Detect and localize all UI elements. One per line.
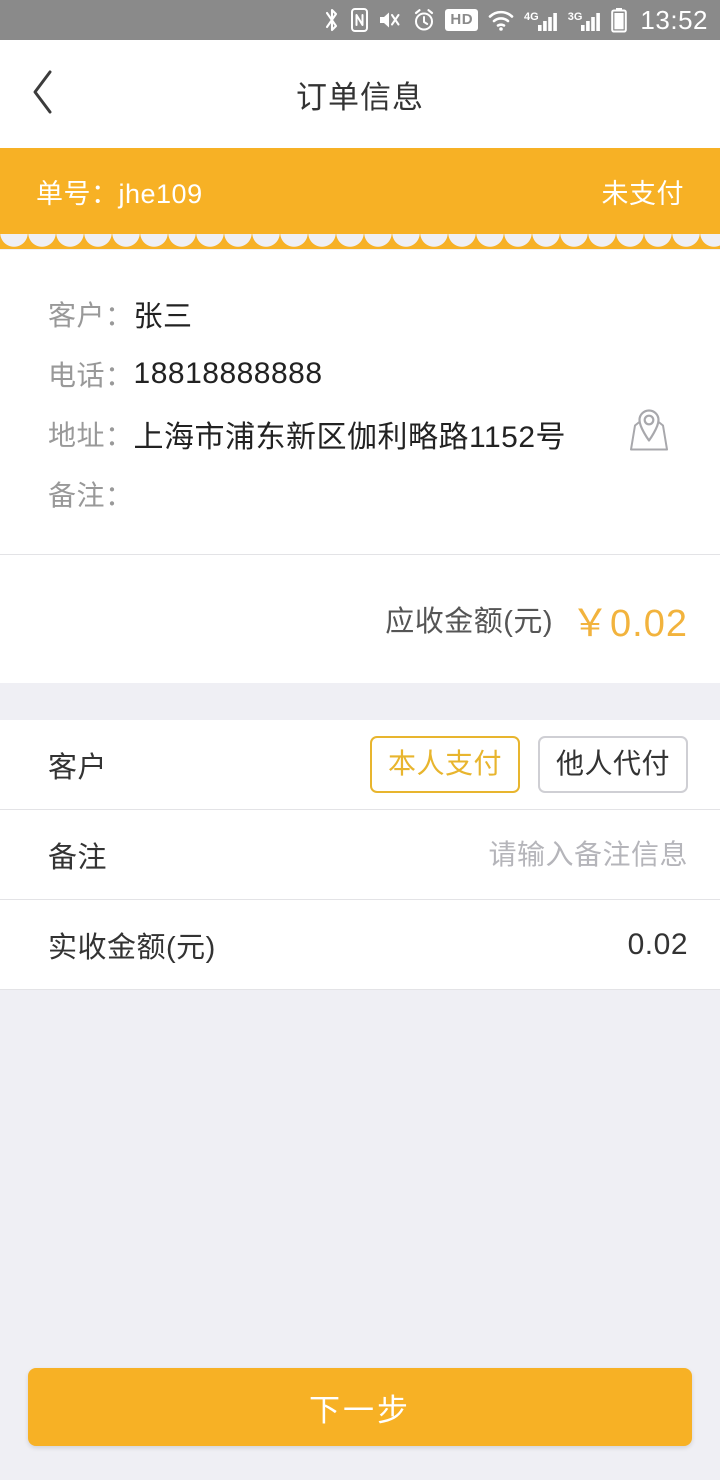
remark-label: 备注： bbox=[48, 474, 134, 514]
bluetooth-icon bbox=[323, 7, 341, 33]
mute-icon bbox=[378, 8, 403, 32]
order-ticket-banner: 单号：jhe109 未支付 bbox=[0, 148, 720, 250]
signal-3g-icon: 3G bbox=[568, 8, 603, 32]
received-value: 0.02 bbox=[628, 928, 688, 962]
customer-label: 客户： bbox=[48, 294, 134, 334]
next-step-button[interactable]: 下一步 bbox=[28, 1368, 692, 1446]
page-title: 订单信息 bbox=[0, 72, 720, 117]
received-label: 实收金额(元) bbox=[48, 924, 216, 966]
wifi-icon bbox=[487, 8, 515, 32]
status-bar: HD 4G 3G 13:52 bbox=[0, 0, 720, 40]
nav-bar: 订单信息 bbox=[0, 40, 720, 148]
info-row-customer: 客户： 张三 bbox=[48, 284, 672, 344]
payment-form-section: 客户 本人支付 他人代付 备注 实收金额(元) 0.02 bbox=[0, 720, 720, 990]
battery-icon bbox=[611, 7, 627, 33]
address-label: 地址： bbox=[48, 414, 134, 454]
status-badge: 未支付 bbox=[602, 172, 685, 211]
info-row-phone: 电话： 18818888888 bbox=[48, 344, 672, 404]
order-number: 单号：jhe109 bbox=[36, 172, 203, 211]
phone-number: 18818888888 bbox=[134, 357, 323, 391]
form-divider-3 bbox=[0, 989, 720, 990]
alarm-icon bbox=[412, 8, 436, 32]
info-row-address: 地址： 上海市浦东新区伽利略路1152号 bbox=[48, 404, 672, 464]
customer-name: 张三 bbox=[134, 293, 193, 335]
form-row-received: 实收金额(元) 0.02 bbox=[0, 900, 720, 989]
amount-due-label: 应收金额(元) bbox=[385, 598, 553, 640]
remark-input[interactable] bbox=[258, 839, 688, 871]
pay-option-self[interactable]: 本人支付 bbox=[370, 736, 520, 792]
amount-due-row: 应收金额(元) ￥0.02 bbox=[0, 555, 720, 683]
signal-4g-icon: 4G bbox=[524, 8, 559, 32]
customer-info-card: 客户： 张三 电话： 18818888888 地址： 上海市浦东新区伽利略路11… bbox=[0, 250, 720, 683]
form-row-payer: 客户 本人支付 他人代付 bbox=[0, 720, 720, 809]
pay-option-group: 本人支付 他人代付 bbox=[370, 736, 688, 792]
info-row-remark: 备注： bbox=[48, 464, 672, 524]
footer-bar: 下一步 bbox=[0, 1368, 720, 1480]
pay-option-other[interactable]: 他人代付 bbox=[538, 736, 688, 792]
section-gap bbox=[0, 683, 720, 720]
remark-field-label: 备注 bbox=[48, 834, 107, 876]
nfc-icon bbox=[350, 7, 369, 33]
address-value: 上海市浦东新区伽利略路1152号 bbox=[134, 412, 567, 456]
form-row-remark: 备注 bbox=[0, 810, 720, 899]
hd-icon: HD bbox=[445, 9, 478, 31]
ticket-scallop-edge bbox=[0, 233, 720, 249]
map-pin-icon[interactable] bbox=[626, 407, 672, 462]
amount-due-value: ￥0.02 bbox=[571, 592, 688, 647]
phone-label: 电话： bbox=[48, 354, 134, 394]
payer-label: 客户 bbox=[48, 744, 107, 786]
status-bar-clock: 13:52 bbox=[640, 5, 708, 36]
